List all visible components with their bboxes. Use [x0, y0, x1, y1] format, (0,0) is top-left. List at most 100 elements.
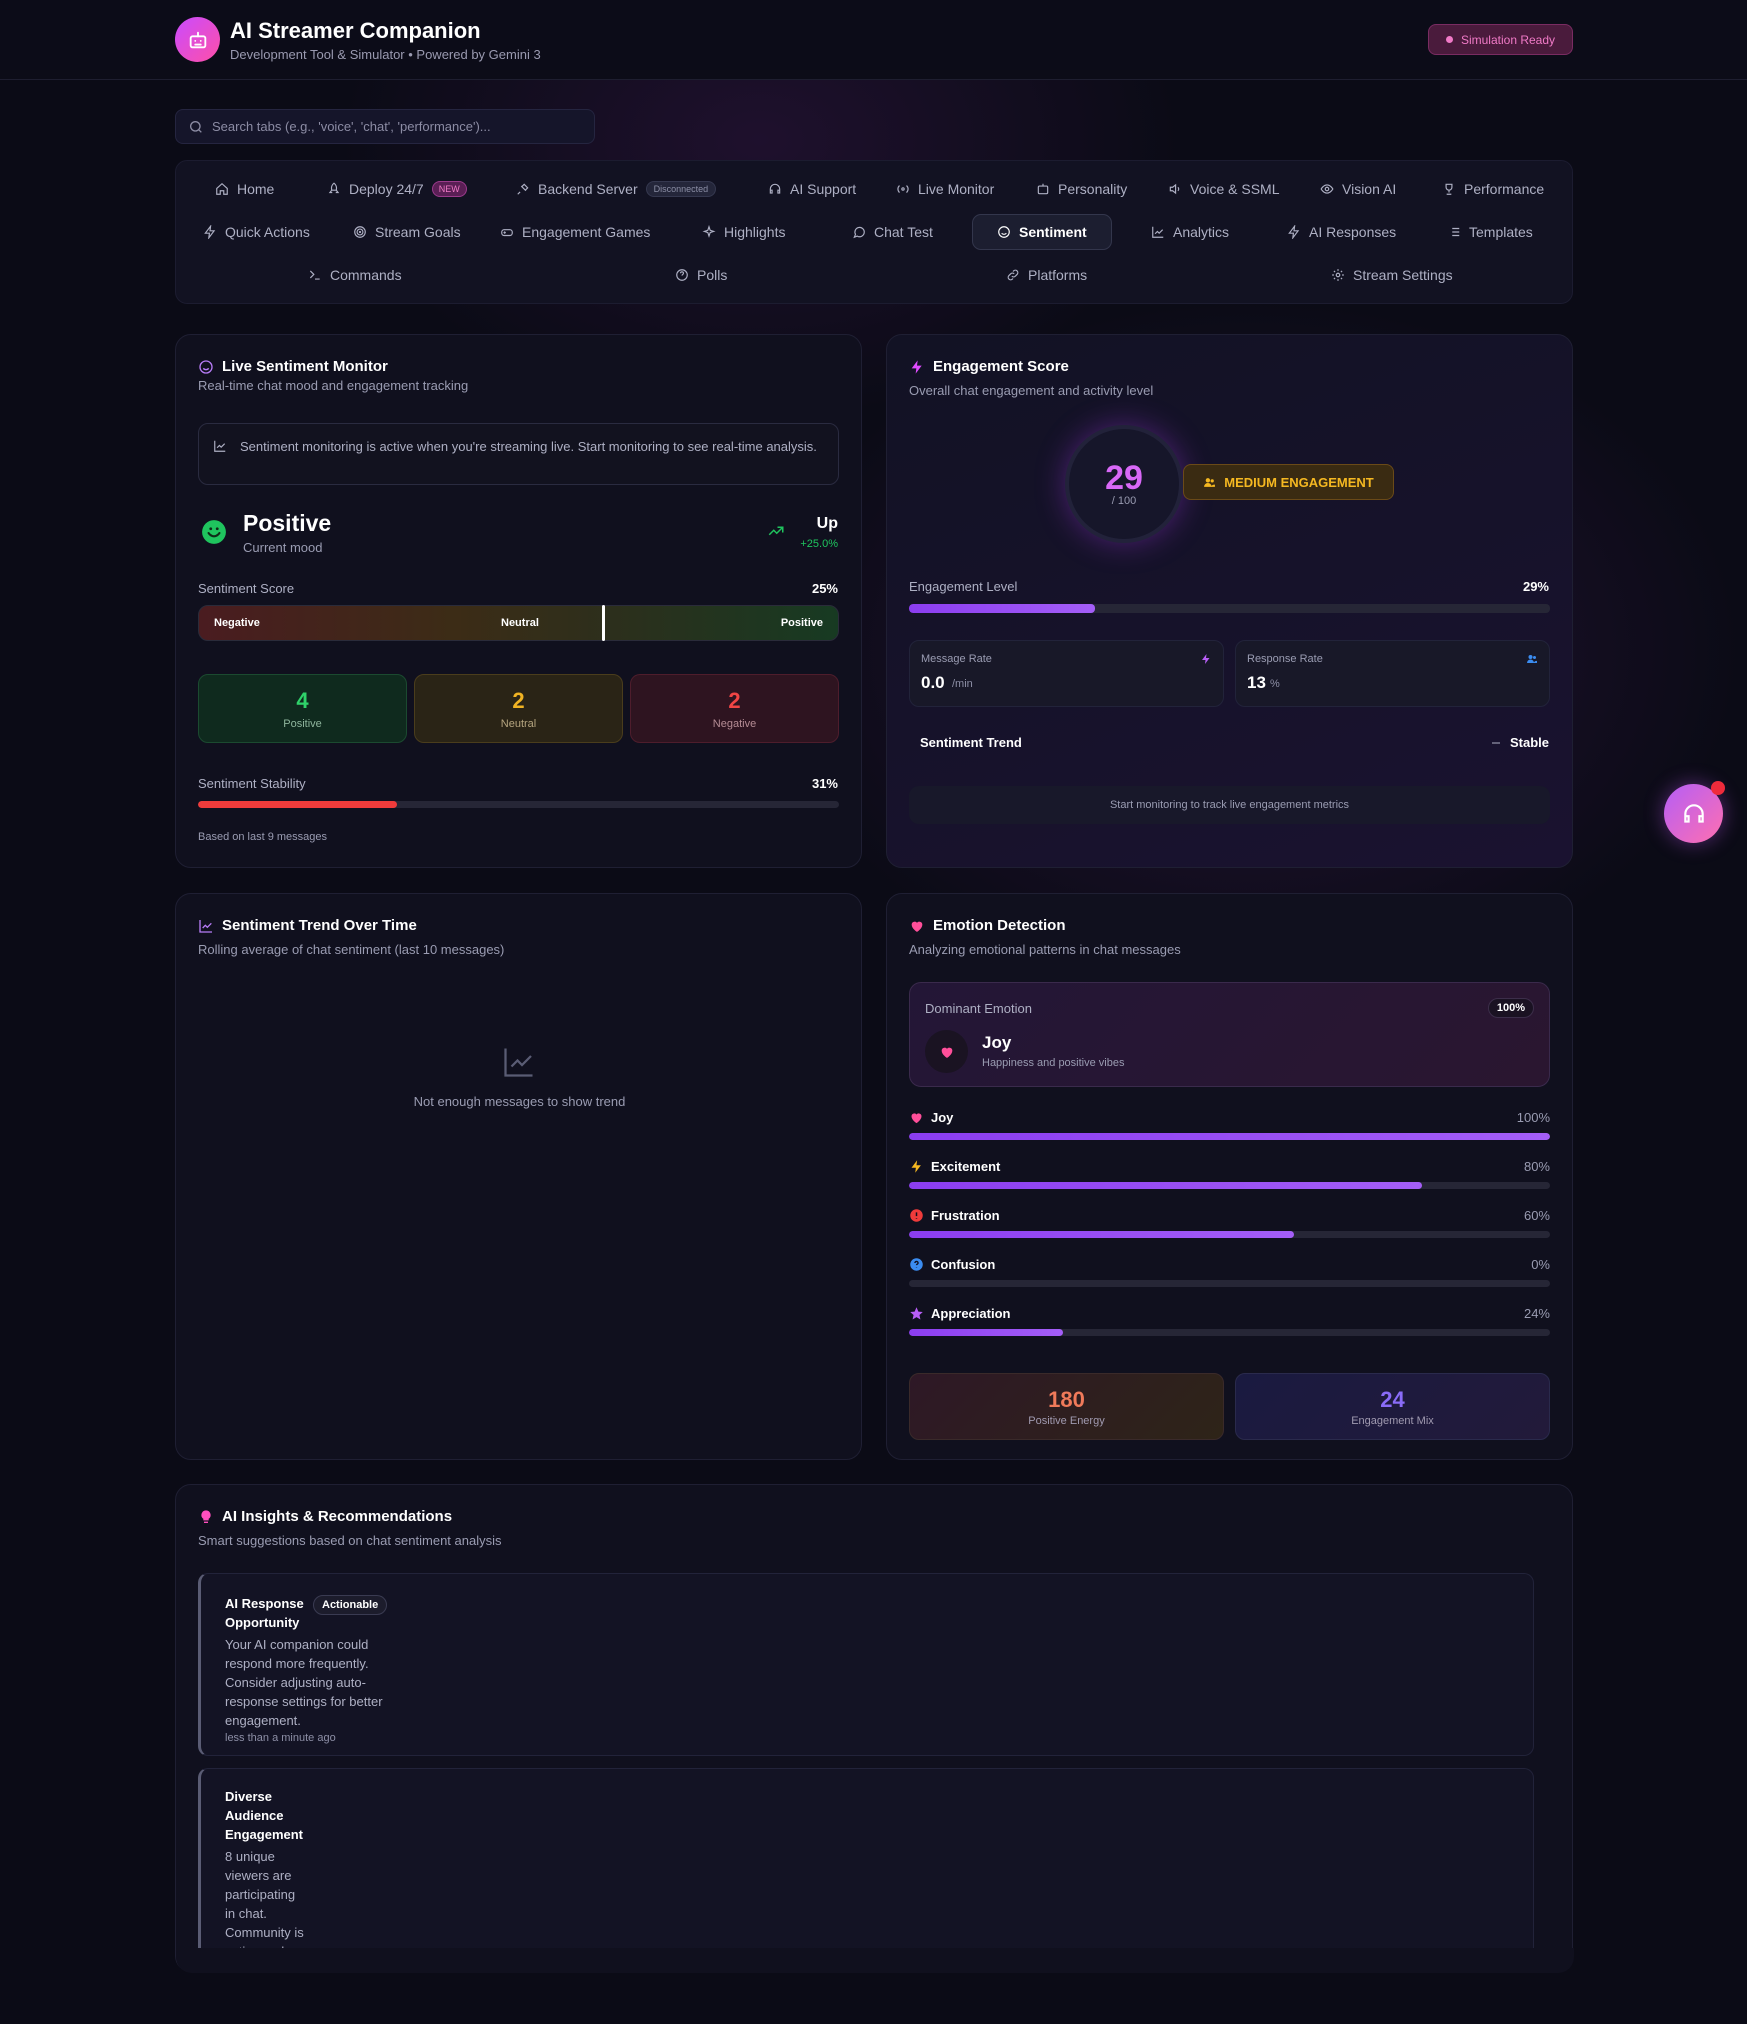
engagement-score-max: / 100 — [1111, 495, 1137, 507]
bolt-icon — [911, 1160, 921, 1173]
negative-count-box: 2 Negative — [630, 674, 839, 743]
card-title: Emotion Detection — [909, 917, 1066, 934]
bolt-icon — [1288, 225, 1300, 239]
tab-label: Performance — [1464, 181, 1545, 197]
negative-count: 2 — [728, 687, 741, 713]
tab-home[interactable]: Home — [215, 172, 274, 206]
tab-label: Live Monitor — [918, 181, 995, 197]
tab-backend-server[interactable]: Backend Server Disconnected — [516, 172, 717, 206]
tab-label: Sentiment — [1019, 224, 1087, 240]
target-icon — [354, 226, 366, 238]
engagement-score-gauge: 29 / 100 — [1065, 425, 1183, 543]
eye-icon — [1320, 184, 1334, 194]
tab-label: Platforms — [1028, 267, 1088, 283]
emotion-value: 60% — [1523, 1208, 1550, 1223]
users-icon — [1527, 655, 1537, 663]
emotion-bar — [909, 1133, 1550, 1140]
tab-templates[interactable]: Templates — [1447, 215, 1533, 249]
terminal-icon — [309, 270, 320, 280]
tab-deploy[interactable]: Deploy 24/7 NEW — [327, 172, 467, 206]
card-title: Engagement Score — [909, 358, 1069, 375]
emotion-label: Frustration — [909, 1208, 1550, 1223]
trend-direction: Up — [816, 515, 838, 532]
score-marker — [601, 605, 605, 641]
positive-count-box: 4 Positive — [198, 674, 407, 743]
emotion-name: Confusion — [931, 1257, 996, 1272]
emotion-bar-fill — [909, 1133, 1550, 1140]
engagement-score: 29 — [1105, 459, 1143, 497]
line-chart-icon — [199, 919, 212, 933]
response-rate-label: Response Rate — [1247, 653, 1323, 665]
tab-label: Vision AI — [1342, 181, 1397, 197]
neutral-count: 2 — [512, 687, 525, 713]
tab-stream-goals[interactable]: Stream Goals — [353, 215, 461, 249]
tab-quick-actions[interactable]: Quick Actions — [203, 215, 310, 249]
star-icon — [910, 1307, 923, 1320]
positive-count: 4 — [296, 687, 309, 713]
heart-icon — [941, 1047, 952, 1058]
tab-performance[interactable]: Performance — [1442, 172, 1544, 206]
ai-insights-card: AI Insights & Recommendations Smart sugg… — [175, 1484, 1574, 1973]
disconnected-badge: Disconnected — [645, 181, 717, 197]
tab-engagement-games[interactable]: Engagement Games — [500, 215, 650, 249]
sentiment-monitor-card: Live Sentiment Monitor Real-time chat mo… — [175, 334, 862, 868]
users-icon — [1204, 477, 1216, 487]
support-fab[interactable] — [1664, 781, 1725, 843]
emotion-name: Excitement — [931, 1159, 1001, 1174]
emotion-bar — [909, 1182, 1550, 1189]
tab-live-monitor[interactable]: Live Monitor — [896, 172, 994, 206]
tab-voice-ssml[interactable]: Voice & SSML — [1168, 172, 1280, 206]
score-label: Sentiment Score — [198, 581, 295, 596]
emotion-bar-fill — [909, 1231, 1294, 1238]
emotion-row: Excitement 80% — [909, 1159, 1550, 1199]
home-icon — [216, 182, 228, 195]
emotion-label: Appreciation — [909, 1306, 1550, 1321]
tab-bar: Home Deploy 24/7 NEW Backend Server Disc… — [175, 160, 1573, 304]
engagement-level-bar-fill — [909, 604, 1095, 613]
sentiment-scale: Negative Neutral Positive — [198, 605, 839, 641]
tab-highlights[interactable]: Highlights — [702, 215, 785, 249]
tab-analytics[interactable]: Analytics — [1151, 215, 1229, 249]
score-value: 25% — [811, 581, 838, 596]
rocket-icon — [328, 182, 340, 194]
tab-vision-ai[interactable]: Vision AI — [1320, 172, 1396, 206]
tab-ai-responses[interactable]: AI Responses — [1287, 215, 1396, 249]
engagement-level-bar — [909, 604, 1550, 613]
message-rate-value: 0.0 — [921, 673, 945, 692]
radio-icon — [897, 185, 909, 193]
insight-time: less than a minute ago — [225, 1732, 336, 1744]
emotion-row: Confusion 0% — [909, 1257, 1550, 1297]
headset-icon — [1683, 803, 1704, 823]
tab-personality[interactable]: Personality — [1036, 172, 1127, 206]
emotion-value: 24% — [1523, 1306, 1550, 1321]
tab-platforms[interactable]: Platforms — [1006, 258, 1087, 292]
bolt-icon — [204, 225, 216, 239]
engagement-level-badge: MEDIUM ENGAGEMENT — [1183, 464, 1394, 500]
tab-label: AI Responses — [1309, 224, 1397, 240]
emotion-name: Appreciation — [931, 1306, 1011, 1321]
emotion-bar — [909, 1280, 1550, 1287]
tab-ai-support[interactable]: AI Support — [768, 172, 856, 206]
tab-label: Quick Actions — [225, 224, 310, 240]
alert-icon — [910, 1209, 923, 1222]
minus-icon — [1491, 742, 1500, 743]
sentiment-trend-value: Stable — [1490, 735, 1549, 750]
dominant-label: Dominant Emotion — [925, 1001, 1032, 1016]
emotion-row: Appreciation 24% — [909, 1306, 1550, 1346]
card-subtitle: Analyzing emotional patterns in chat mes… — [909, 942, 1181, 957]
engagement-level-label: Engagement Level — [909, 579, 1018, 594]
tab-sentiment[interactable]: Sentiment — [972, 214, 1112, 250]
tab-stream-settings[interactable]: Stream Settings — [1331, 258, 1453, 292]
tab-chat-test[interactable]: Chat Test — [852, 215, 933, 249]
line-chart-icon — [1152, 226, 1164, 238]
tab-commands[interactable]: Commands — [308, 258, 402, 292]
app-subtitle: Development Tool & Simulator • Powered b… — [230, 47, 541, 62]
card-title: AI Insights & Recommendations — [198, 1508, 452, 1525]
plug-icon — [517, 183, 529, 195]
tab-polls[interactable]: Polls — [675, 258, 727, 292]
tab-label: Templates — [1469, 224, 1533, 240]
current-mood: Positive — [243, 510, 332, 536]
insights-scroll-mask — [176, 1948, 1574, 1973]
search-input[interactable] — [212, 119, 572, 134]
message-rate-label: Message Rate — [921, 653, 992, 665]
